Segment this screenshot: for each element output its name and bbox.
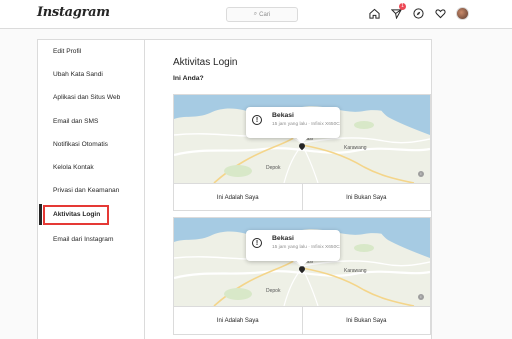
sidebar-item-login-activity[interactable]: Aktivitas Login	[53, 211, 100, 218]
sidebar-item-emails-from-instagram[interactable]: Email dari Instagram	[53, 236, 113, 243]
this-was-me-button[interactable]: Ini Adalah Saya	[174, 184, 302, 211]
sidebar-item-push-notifications[interactable]: Notifikasi Otomatis	[53, 141, 108, 148]
location-popup: ! Bekasi 15 jam yang lalu · Infinix X650…	[246, 107, 340, 144]
settings-sidebar: Edit Profil Ubah Kata Sandi Aplikasi dan…	[38, 40, 145, 339]
page-title: Aktivitas Login	[173, 57, 238, 68]
search-input[interactable]: ⌕ Cari	[226, 7, 298, 22]
notification-badge: 1	[399, 3, 406, 10]
instagram-logo[interactable]: Instagram	[37, 5, 110, 20]
login-location: Bekasi	[272, 235, 294, 242]
info-icon: !	[252, 238, 262, 248]
info-icon: !	[252, 115, 262, 125]
explore-icon[interactable]	[412, 7, 425, 20]
sidebar-item-manage-contacts[interactable]: Kelola Kontak	[53, 164, 94, 171]
map-info-icon[interactable]: i	[418, 294, 424, 300]
login-meta: 15 jam yang lalu · Infinix X650C	[272, 122, 340, 127]
search-placeholder: Cari	[259, 11, 271, 18]
heart-icon[interactable]	[434, 7, 447, 20]
login-location: Bekasi	[272, 112, 294, 119]
nav-icons: 1	[368, 3, 469, 20]
location-popup: ! Bekasi 15 jam yang lalu · Infinix X650…	[246, 230, 340, 267]
sidebar-item-email-sms[interactable]: Email dan SMS	[53, 118, 98, 125]
home-icon[interactable]	[368, 7, 381, 20]
map-label-depok: Depok	[266, 165, 281, 171]
this-was-me-button[interactable]: Ini Adalah Saya	[174, 307, 302, 334]
active-indicator	[39, 204, 42, 225]
sidebar-item-change-password[interactable]: Ubah Kata Sandi	[53, 71, 103, 78]
this-wasnt-me-button[interactable]: Ini Bukan Saya	[301, 184, 431, 211]
map-label-karawang: Karawang	[344, 145, 367, 151]
login-actions: Ini Adalah Saya Ini Bukan Saya	[174, 306, 430, 334]
login-map[interactable]: Bekasi Depok Karawang ! Bekasi 15 jam ya…	[174, 218, 430, 306]
login-meta: 15 jam yang lalu · Infinix X650C	[272, 245, 340, 250]
section-question: Ini Anda?	[173, 75, 204, 82]
map-label-depok: Depok	[266, 288, 281, 294]
settings-panel: Edit Profil Ubah Kata Sandi Aplikasi dan…	[37, 39, 432, 339]
sidebar-item-edit-profile[interactable]: Edit Profil	[53, 48, 81, 55]
profile-avatar[interactable]	[456, 7, 469, 20]
login-card: Bekasi Depok Karawang ! Bekasi 15 jam ya…	[173, 217, 431, 335]
sidebar-item-privacy-security[interactable]: Privasi dan Keamanan	[53, 187, 119, 194]
map-label-karawang: Karawang	[344, 268, 367, 274]
avatar	[456, 7, 469, 20]
login-card: Bekasi Depok Karawang ! Bekasi 15 jam ya…	[173, 94, 431, 211]
sidebar-item-apps-websites[interactable]: Aplikasi dan Situs Web	[53, 94, 120, 101]
main-content: Aktivitas Login Ini Anda? Depok Karawang…	[145, 40, 431, 339]
login-actions: Ini Adalah Saya Ini Bukan Saya	[174, 183, 430, 211]
this-wasnt-me-button[interactable]: Ini Bukan Saya	[301, 307, 431, 334]
search-icon: ⌕	[253, 11, 258, 17]
map-info-icon[interactable]: i	[418, 171, 424, 177]
login-map[interactable]: Bekasi Depok Karawang ! Bekasi 15 jam ya…	[174, 95, 430, 183]
direct-message-icon[interactable]: 1	[390, 3, 406, 20]
top-navbar: Instagram ⌕ Cari 1	[0, 0, 512, 29]
